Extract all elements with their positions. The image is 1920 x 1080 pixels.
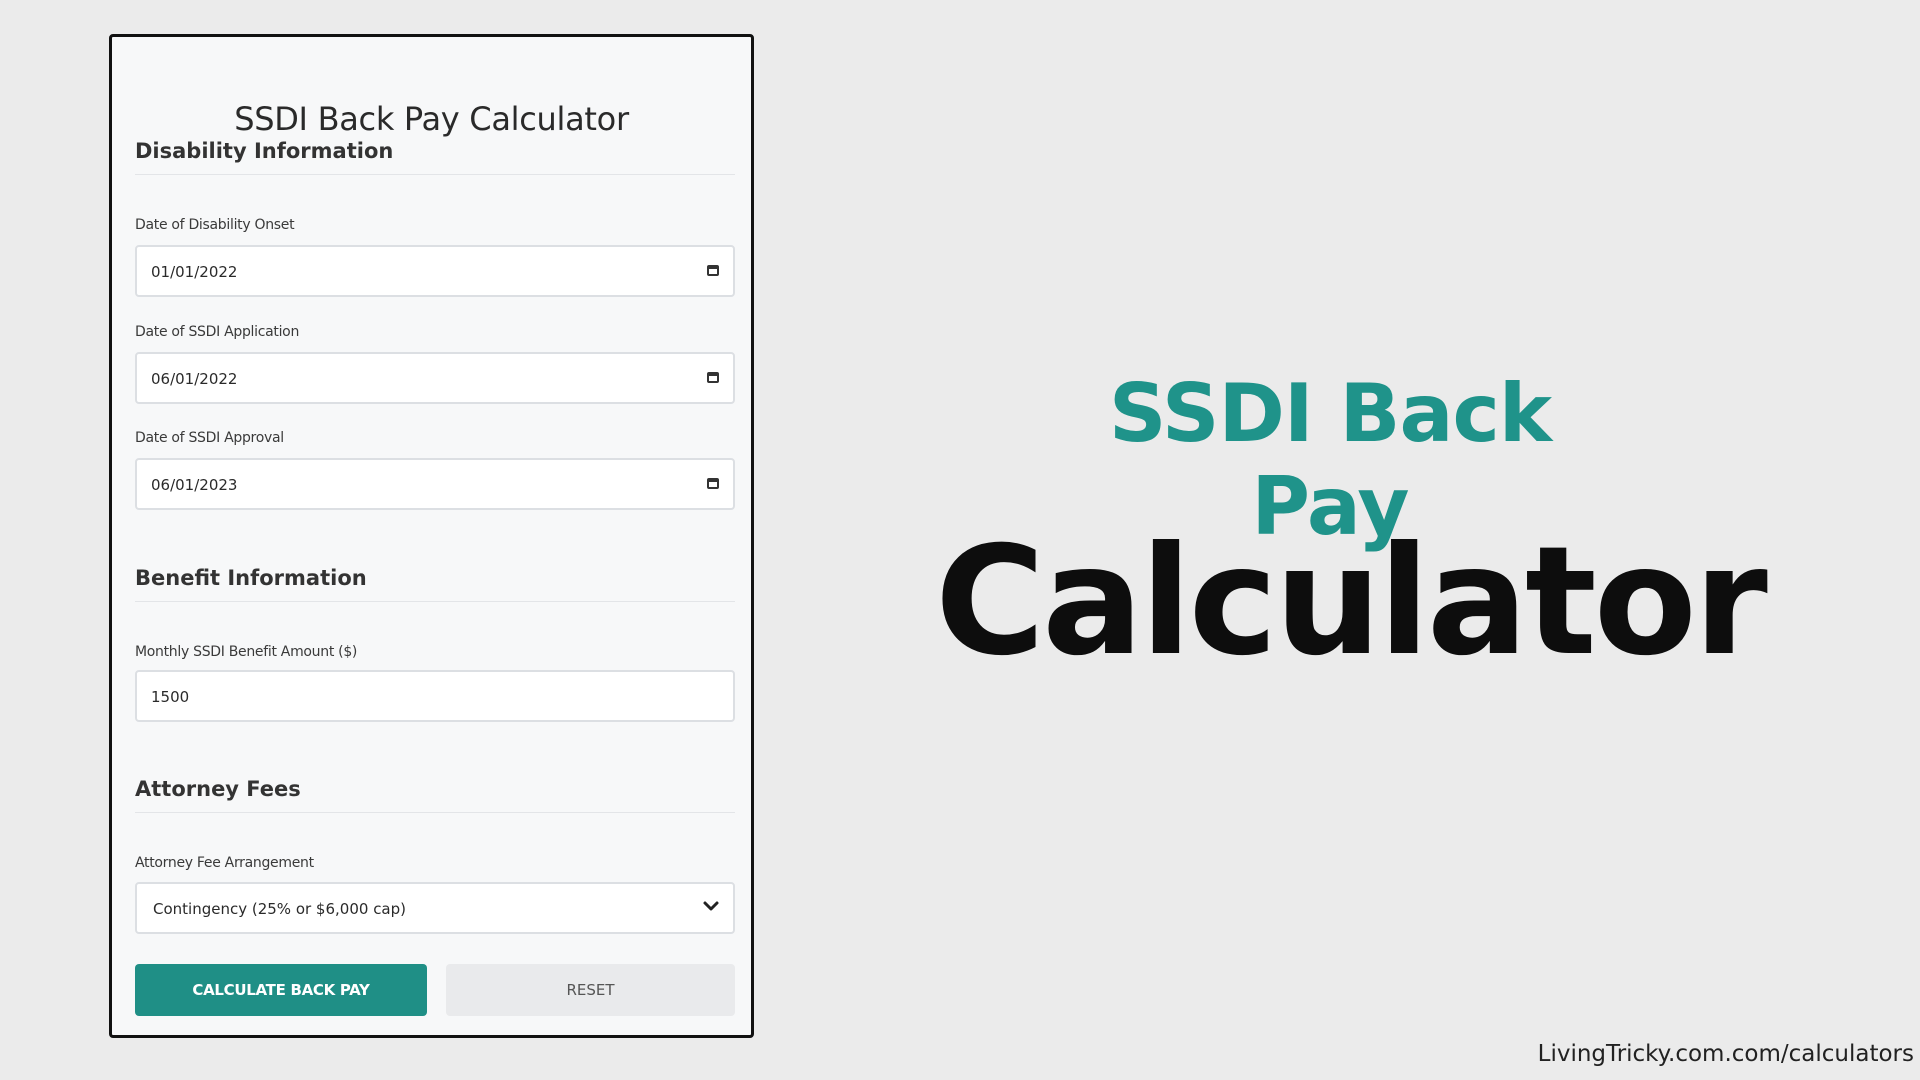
benefit-amount-input[interactable]: 1500 xyxy=(135,670,735,722)
approval-date-input[interactable]: 06/01/2023 xyxy=(135,458,735,510)
reset-button[interactable]: RESET xyxy=(446,964,735,1016)
chevron-down-icon[interactable] xyxy=(701,896,721,916)
section-divider xyxy=(135,812,735,813)
onset-date-label: Date of Disability Onset xyxy=(135,217,295,233)
onset-date-input[interactable]: 01/01/2022 xyxy=(135,245,735,297)
fee-arrangement-label: Attorney Fee Arrangement xyxy=(135,855,314,871)
section-attorney-heading: Attorney Fees xyxy=(135,777,301,801)
section-benefit-heading: Benefit Information xyxy=(135,566,367,590)
calendar-icon[interactable] xyxy=(707,265,719,276)
approval-date-value: 06/01/2023 xyxy=(151,476,238,494)
benefit-amount-value: 1500 xyxy=(151,688,190,706)
calendar-icon[interactable] xyxy=(707,478,719,489)
fee-arrangement-select[interactable]: Contingency (25% or $6,000 cap) xyxy=(135,882,735,934)
section-disability-heading: Disability Information xyxy=(135,139,394,163)
fee-arrangement-value: Contingency (25% or $6,000 cap) xyxy=(153,900,407,918)
hero-title: Calculator xyxy=(935,515,1768,689)
benefit-amount-label: Monthly SSDI Benefit Amount ($) xyxy=(135,644,358,660)
calendar-icon[interactable] xyxy=(707,372,719,383)
calculator-card: SSDI Back Pay Calculator Disability Info… xyxy=(109,34,754,1038)
approval-date-label: Date of SSDI Approval xyxy=(135,430,284,446)
footer-url: LivingTricky.com.com/calculators xyxy=(1537,1041,1914,1067)
section-divider xyxy=(135,601,735,602)
calculate-button[interactable]: CALCULATE BACK PAY xyxy=(135,964,427,1016)
calculator-title: SSDI Back Pay Calculator xyxy=(234,100,629,138)
application-date-value: 06/01/2022 xyxy=(151,370,238,388)
application-date-input[interactable]: 06/01/2022 xyxy=(135,352,735,404)
onset-date-value: 01/01/2022 xyxy=(151,263,238,281)
section-divider xyxy=(135,174,735,175)
application-date-label: Date of SSDI Application xyxy=(135,324,300,340)
